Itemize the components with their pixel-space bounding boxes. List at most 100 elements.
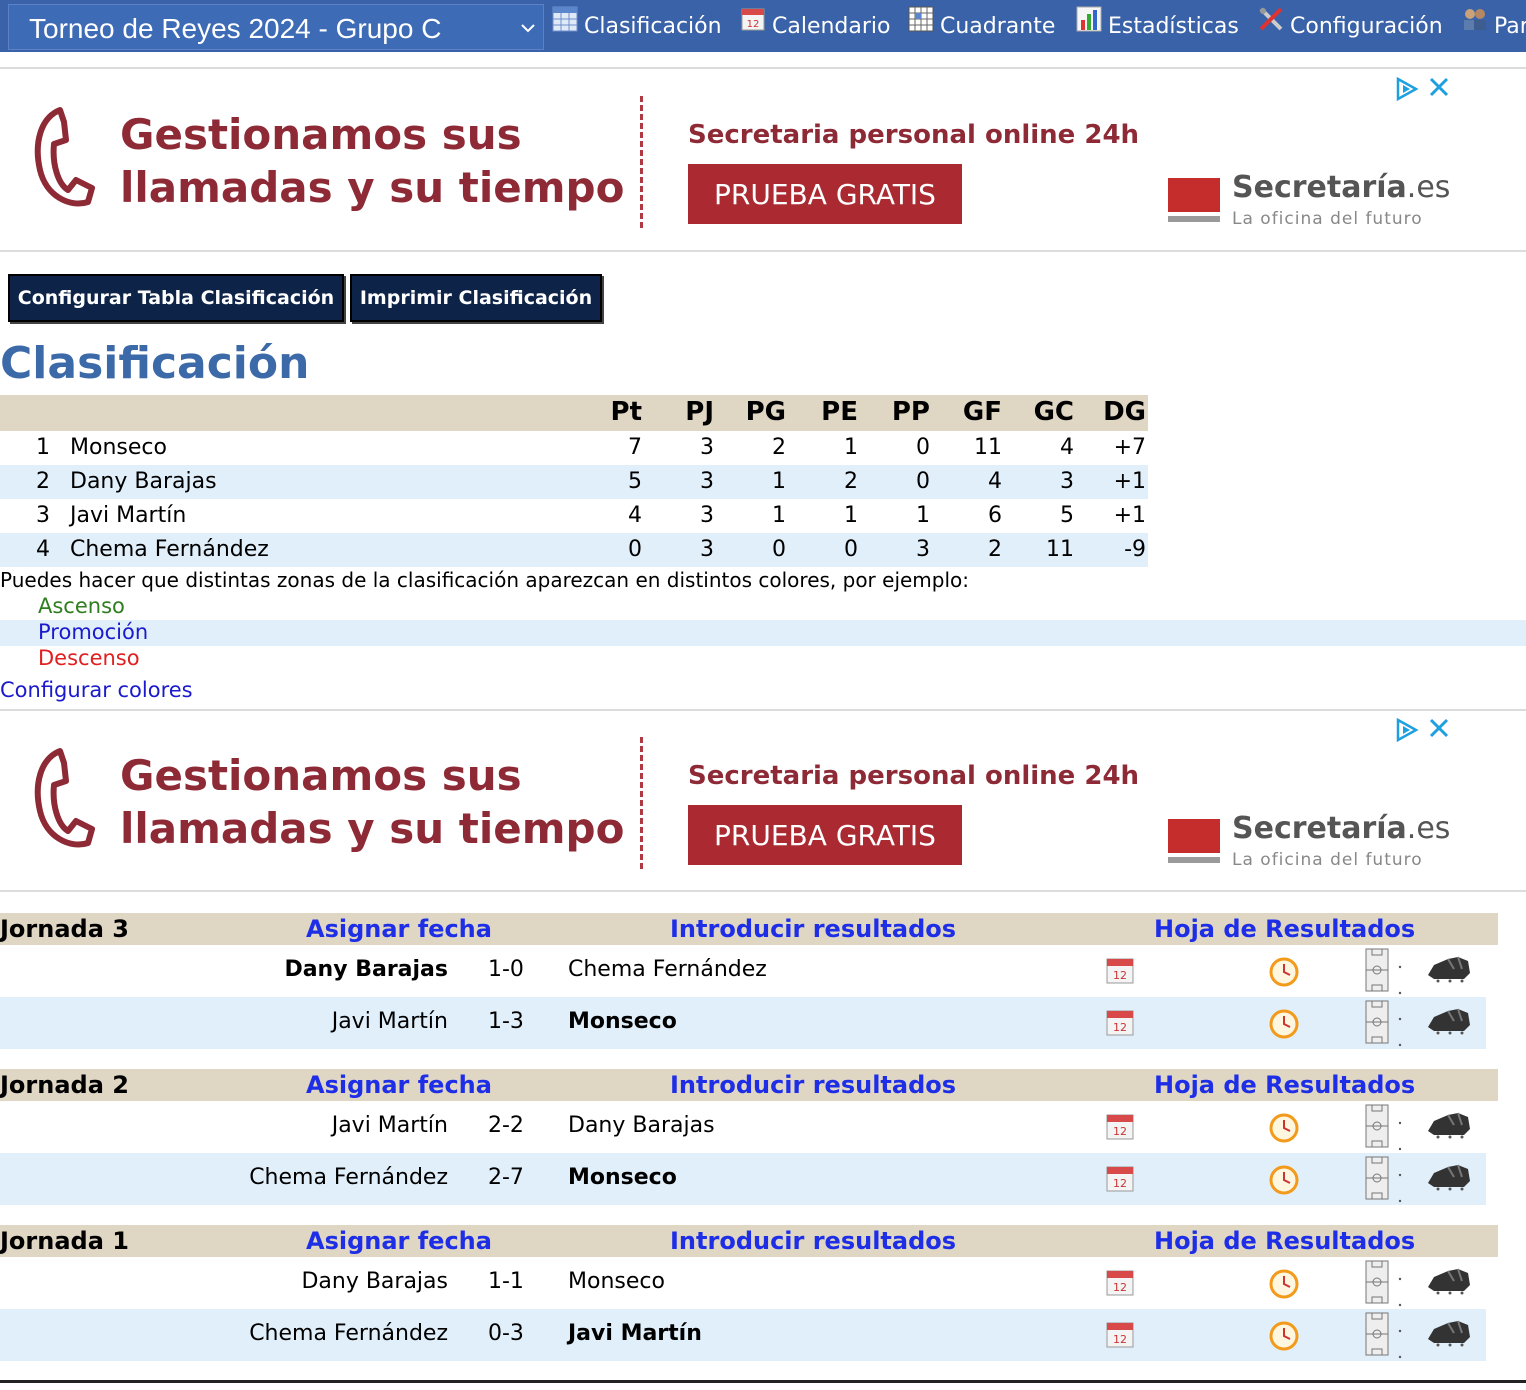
calendar-icon[interactable]: 12	[1105, 1163, 1135, 1193]
clock-icon[interactable]	[1268, 1111, 1300, 1143]
configure-colors-link[interactable]: Configurar colores	[0, 678, 193, 702]
enter-results-link[interactable]: Introducir resultados	[670, 1227, 956, 1255]
print-standings-button[interactable]: Imprimir Clasificación	[350, 274, 602, 322]
adchoices-icon[interactable]	[1394, 717, 1420, 743]
results-sheet-link[interactable]: Hoja de Resultados	[1154, 915, 1415, 943]
field-lineup-icon[interactable]	[1364, 947, 1404, 995]
results-sheet-link[interactable]: Hoja de Resultados	[1154, 1071, 1415, 1099]
stat-cell: 1	[772, 503, 786, 528]
stat-cell: 1	[916, 503, 930, 528]
field-lineup-icon[interactable]	[1364, 1311, 1404, 1359]
team-name[interactable]: Javi Martín	[70, 503, 186, 528]
home-team[interactable]: Dany Barajas	[301, 1269, 448, 1294]
assign-date-link[interactable]: Asignar fecha	[306, 1071, 492, 1099]
enter-results-link[interactable]: Introducir resultados	[670, 915, 956, 943]
standings-header: Pt PJ PG PE PP GF GC DG	[0, 395, 1148, 431]
ad-banner[interactable]: Gestionamos sus llamadas y su tiempo Secr…	[0, 711, 1526, 891]
ad-subtitle: Secretaria personal online 24h	[688, 120, 1140, 150]
clock-icon[interactable]	[1268, 955, 1300, 987]
match-score[interactable]: 1-0	[488, 957, 524, 982]
match-score[interactable]: 0-3	[488, 1321, 524, 1346]
ad-subtitle: Secretaria personal online 24h	[688, 761, 1140, 791]
nav-cuadrante[interactable]: Cuadrante	[908, 0, 1055, 52]
ad-tagline: La oficina del futuro	[1232, 850, 1423, 870]
ad-cta-button[interactable]: PRUEBA GRATIS	[688, 164, 962, 224]
calendar-icon[interactable]: 12	[1105, 955, 1135, 985]
boot-icon[interactable]	[1424, 1161, 1474, 1191]
match-score[interactable]: 2-2	[488, 1113, 524, 1138]
ad-cta-button[interactable]: PRUEBA GRATIS	[688, 805, 962, 865]
field-lineup-icon[interactable]	[1364, 1103, 1404, 1151]
boot-icon[interactable]	[1424, 1005, 1474, 1035]
stat-cell: 3	[700, 537, 714, 562]
stat-cell: 7	[628, 435, 642, 460]
stat-cell: 0	[916, 435, 930, 460]
stat-cell: +1	[1113, 469, 1146, 494]
home-team[interactable]: Chema Fernández	[249, 1165, 448, 1190]
field-lineup-icon[interactable]	[1364, 1155, 1404, 1203]
boot-icon[interactable]	[1424, 1317, 1474, 1347]
calendar-icon[interactable]: 12	[1105, 1267, 1135, 1297]
away-team[interactable]: Monseco	[568, 1165, 677, 1190]
stat-cell: -9	[1124, 537, 1146, 562]
column-header: Pt	[610, 397, 642, 427]
team-name[interactable]: Monseco	[70, 435, 167, 460]
stat-cell: 3	[1060, 469, 1074, 494]
ad-headline: Gestionamos sus llamadas y su tiempo	[120, 110, 625, 212]
calendar-icon[interactable]: 12	[1105, 1007, 1135, 1037]
nav-label: Clasificación	[584, 13, 722, 39]
clock-icon[interactable]	[1268, 1267, 1300, 1299]
stat-cell: 0	[844, 537, 858, 562]
nav-configuracion[interactable]: Configuración	[1258, 0, 1443, 52]
away-team[interactable]: Monseco	[568, 1269, 665, 1294]
calendar-icon[interactable]: 12	[1105, 1111, 1135, 1141]
stat-cell: +1	[1113, 503, 1146, 528]
field-lineup-icon[interactable]	[1364, 1259, 1404, 1307]
calendar-icon[interactable]: 12	[1105, 1319, 1135, 1349]
clock-icon[interactable]	[1268, 1007, 1300, 1039]
boot-icon[interactable]	[1424, 1265, 1474, 1295]
nav-participantes[interactable]: Par	[1462, 0, 1526, 52]
clock-icon[interactable]	[1268, 1163, 1300, 1195]
away-team[interactable]: Javi Martín	[568, 1321, 702, 1346]
results-sheet-link[interactable]: Hoja de Resultados	[1154, 1227, 1415, 1255]
group-select[interactable]: Torneo de Reyes 2024 - Grupo C	[8, 4, 544, 50]
match-score[interactable]: 1-3	[488, 1009, 524, 1034]
nav-estadisticas[interactable]: Estadísticas	[1076, 0, 1239, 52]
boot-icon[interactable]	[1424, 953, 1474, 983]
close-icon[interactable]	[1428, 76, 1450, 98]
home-team[interactable]: Dany Barajas	[284, 957, 448, 982]
ad-headline: Gestionamos sus llamadas y su tiempo	[120, 751, 625, 853]
home-team[interactable]: Javi Martín	[332, 1009, 448, 1034]
stat-cell: 0	[772, 537, 786, 562]
ad-banner[interactable]: Gestionamos sus llamadas y su tiempo Secr…	[0, 70, 1526, 250]
enter-results-link[interactable]: Introducir resultados	[670, 1071, 956, 1099]
ad-tagline: La oficina del futuro	[1232, 209, 1423, 229]
position: 3	[36, 503, 50, 528]
home-team[interactable]: Chema Fernández	[249, 1321, 448, 1346]
adchoices-icon[interactable]	[1394, 76, 1420, 102]
clock-icon[interactable]	[1268, 1319, 1300, 1351]
assign-date-link[interactable]: Asignar fecha	[306, 1227, 492, 1255]
stat-cell: 2	[772, 435, 786, 460]
assign-date-link[interactable]: Asignar fecha	[306, 915, 492, 943]
boot-icon[interactable]	[1424, 1109, 1474, 1139]
away-team[interactable]: Dany Barajas	[568, 1113, 715, 1138]
nav-clasificacion[interactable]: Clasificación	[552, 0, 722, 52]
away-team[interactable]: Monseco	[568, 1009, 677, 1034]
away-team[interactable]: Chema Fernández	[568, 957, 767, 982]
match-score[interactable]: 1-1	[488, 1269, 524, 1294]
team-name[interactable]: Dany Barajas	[70, 469, 217, 494]
svg-text:12: 12	[1113, 1333, 1127, 1346]
column-header: GF	[962, 397, 1002, 427]
home-team[interactable]: Javi Martín	[332, 1113, 448, 1138]
field-lineup-icon[interactable]	[1364, 999, 1404, 1047]
close-icon[interactable]	[1428, 717, 1450, 739]
match-score[interactable]: 2-7	[488, 1165, 524, 1190]
team-name[interactable]: Chema Fernández	[70, 537, 269, 562]
zone-descenso: Descenso	[0, 646, 1526, 672]
svg-text:12: 12	[1113, 1177, 1127, 1190]
nav-calendario[interactable]: 12 Calendario	[740, 0, 891, 52]
column-header: PP	[891, 397, 930, 427]
configure-table-button[interactable]: Configurar Tabla Clasificación	[8, 274, 344, 322]
